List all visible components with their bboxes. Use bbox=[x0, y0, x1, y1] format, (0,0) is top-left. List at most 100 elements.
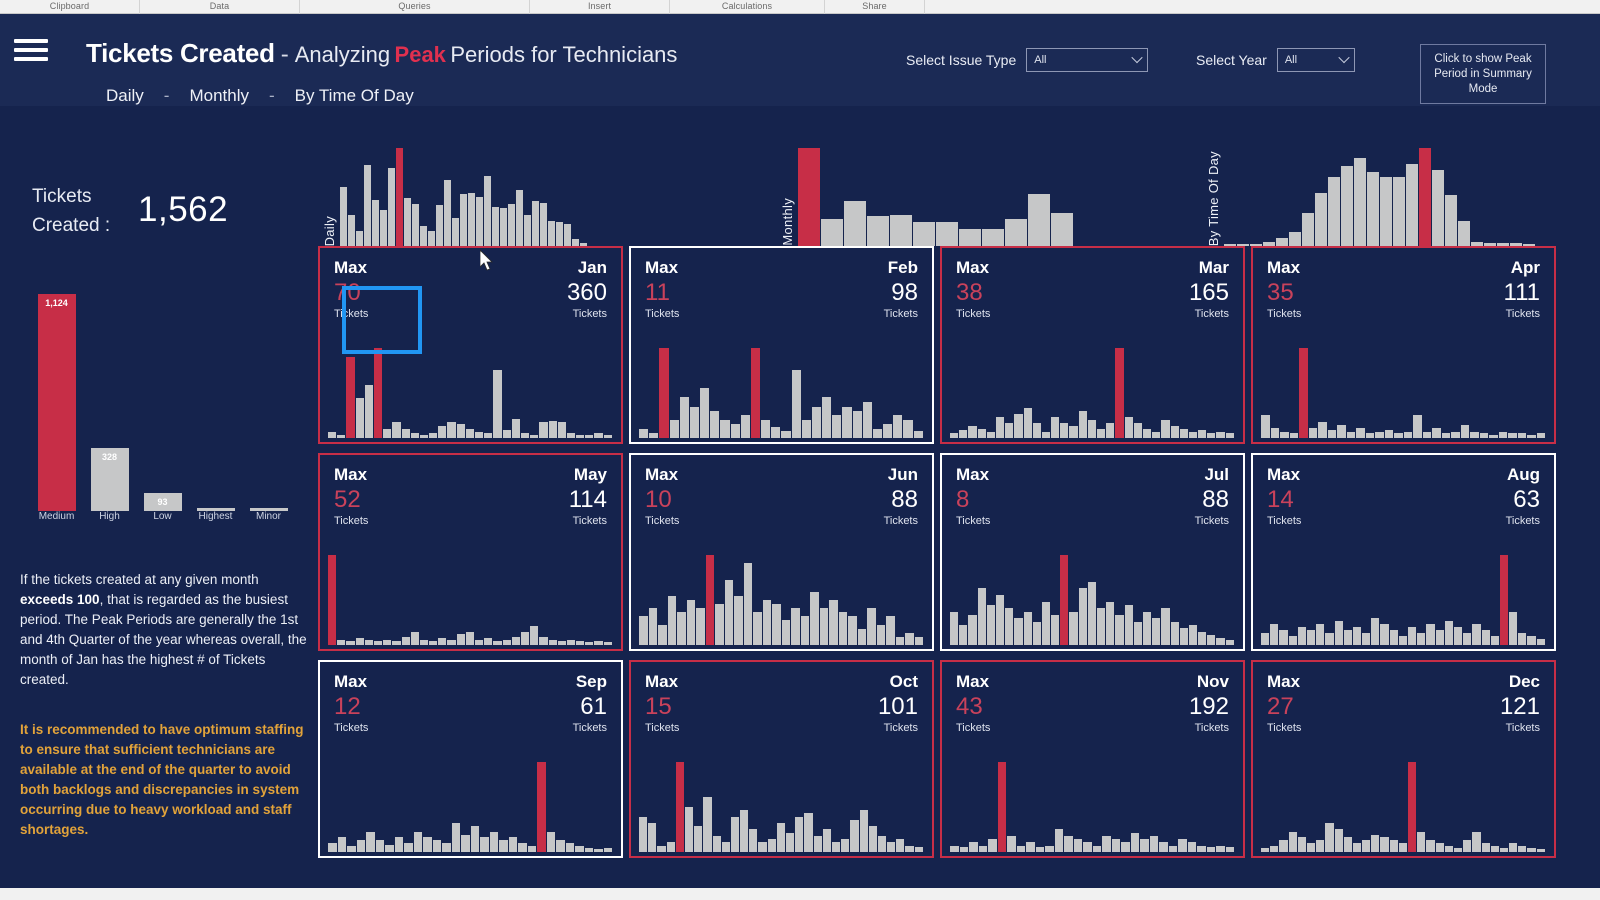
month-sparkline-bar[interactable] bbox=[1352, 843, 1362, 852]
month-sparkline-bar[interactable] bbox=[1106, 423, 1115, 438]
month-sparkline-bar[interactable] bbox=[1060, 423, 1069, 438]
priority-bar-column[interactable]: 1,124 bbox=[30, 261, 83, 511]
month-sparkline-bar[interactable] bbox=[1527, 435, 1536, 438]
month-sparkline-bar[interactable] bbox=[1005, 423, 1014, 438]
month-sparkline-bar[interactable] bbox=[1149, 836, 1158, 852]
month-sparkline-bar[interactable] bbox=[675, 762, 684, 852]
month-sparkline-bar[interactable] bbox=[1509, 612, 1518, 645]
month-sparkline-bar[interactable] bbox=[456, 634, 465, 645]
month-sparkline-bar[interactable] bbox=[1453, 848, 1463, 852]
month-sparkline-bar[interactable] bbox=[1498, 432, 1507, 438]
month-sparkline-bar[interactable] bbox=[1207, 635, 1216, 645]
month-sparkline-bar[interactable] bbox=[432, 840, 441, 852]
month-sparkline-bar[interactable] bbox=[822, 397, 832, 438]
month-sparkline-bar[interactable] bbox=[710, 411, 720, 438]
month-sparkline-bar[interactable] bbox=[484, 433, 493, 438]
month-sparkline-bar[interactable] bbox=[887, 842, 896, 852]
month-sparkline-bar[interactable] bbox=[781, 620, 790, 645]
month-sparkline-bar[interactable] bbox=[658, 625, 667, 645]
month-sparkline-bar[interactable] bbox=[886, 616, 895, 645]
month-sparkline-bar[interactable] bbox=[686, 600, 695, 645]
month-sparkline-bar[interactable] bbox=[465, 429, 474, 438]
month-sparkline-bar[interactable] bbox=[1463, 840, 1472, 852]
month-sparkline-bar[interactable] bbox=[394, 837, 403, 852]
month-sparkline-bar[interactable] bbox=[988, 839, 997, 852]
month-sparkline-bar[interactable] bbox=[1472, 624, 1481, 645]
month-sparkline-bar[interactable] bbox=[392, 641, 401, 645]
month-sparkline-bar[interactable] bbox=[1325, 633, 1334, 645]
month-sparkline-bar[interactable] bbox=[1051, 417, 1060, 438]
sparkline-bar[interactable] bbox=[982, 229, 1004, 246]
sparkline-bar[interactable] bbox=[548, 221, 555, 246]
month-sparkline-bar[interactable] bbox=[1207, 433, 1216, 438]
month-sparkline-bar[interactable] bbox=[1518, 846, 1527, 852]
month-sparkline-bar[interactable] bbox=[1306, 630, 1316, 645]
month-sparkline-bar[interactable] bbox=[1225, 640, 1234, 645]
month-sparkline-bar[interactable] bbox=[518, 843, 527, 852]
sparkline-bar[interactable] bbox=[1341, 166, 1353, 246]
month-sparkline-bar[interactable] bbox=[771, 427, 781, 438]
ribbon-group[interactable]: Queries bbox=[300, 0, 530, 14]
month-sparkline-bar[interactable] bbox=[520, 632, 530, 645]
month-card-sparkline[interactable] bbox=[950, 754, 1235, 852]
month-sparkline-bar[interactable] bbox=[1426, 840, 1435, 852]
show-peak-summary-button[interactable]: Click to show Peak Period in Summary Mod… bbox=[1420, 44, 1546, 104]
sparkline-bar[interactable] bbox=[1051, 213, 1073, 246]
month-card-sparkline[interactable] bbox=[639, 547, 924, 645]
month-sparkline-bar[interactable] bbox=[1408, 627, 1417, 645]
month-sparkline-bar[interactable] bbox=[484, 638, 493, 645]
month-sparkline-bar[interactable] bbox=[401, 429, 410, 438]
month-sparkline-bar[interactable] bbox=[1365, 433, 1374, 438]
month-sparkline-bar[interactable] bbox=[594, 641, 603, 645]
month-sparkline-bar[interactable] bbox=[968, 426, 977, 438]
month-sparkline-bar[interactable] bbox=[1299, 348, 1308, 438]
month-sparkline-bar[interactable] bbox=[1014, 414, 1023, 438]
month-sparkline-bar[interactable] bbox=[684, 807, 694, 852]
month-sparkline-bar[interactable] bbox=[1032, 622, 1041, 645]
month-sparkline-bar[interactable] bbox=[1152, 618, 1161, 645]
month-sparkline-bar[interactable] bbox=[667, 596, 676, 645]
month-sparkline-bar[interactable] bbox=[1536, 849, 1545, 852]
month-sparkline-bar[interactable] bbox=[1045, 846, 1054, 852]
month-sparkline-bar[interactable] bbox=[1490, 846, 1499, 852]
month-sparkline-bar[interactable] bbox=[895, 637, 904, 645]
month-sparkline-bar[interactable] bbox=[1413, 415, 1422, 438]
month-sparkline-bar[interactable] bbox=[1159, 842, 1168, 852]
month-sparkline-bar[interactable] bbox=[703, 797, 712, 852]
month-sparkline-bar[interactable] bbox=[822, 829, 831, 852]
month-sparkline-bar[interactable] bbox=[696, 608, 705, 645]
month-sparkline-bar[interactable] bbox=[734, 596, 743, 645]
month-sparkline-bar[interactable] bbox=[761, 420, 771, 438]
month-sparkline-bar[interactable] bbox=[438, 426, 447, 438]
month-sparkline-bar[interactable] bbox=[868, 826, 877, 852]
month-sparkline-bar[interactable] bbox=[1316, 624, 1325, 645]
sparkline-bar[interactable] bbox=[821, 219, 843, 246]
month-sparkline-bar[interactable] bbox=[896, 839, 905, 852]
month-sparkline-bar[interactable] bbox=[355, 638, 364, 645]
sparkline-bar[interactable] bbox=[412, 204, 419, 246]
month-sparkline-bar[interactable] bbox=[546, 832, 555, 852]
month-sparkline-bar[interactable] bbox=[841, 839, 850, 852]
month-sparkline-bar[interactable] bbox=[508, 837, 517, 852]
month-sparkline-bar[interactable] bbox=[1417, 832, 1426, 852]
sparkline-bar[interactable] bbox=[564, 224, 571, 246]
month-sparkline-bar[interactable] bbox=[537, 762, 546, 852]
month-sparkline-bar[interactable] bbox=[585, 435, 594, 438]
month-sparkline-bar[interactable] bbox=[328, 555, 337, 645]
month-sparkline-bar[interactable] bbox=[1051, 615, 1060, 645]
month-sparkline-bar[interactable] bbox=[1014, 618, 1023, 645]
sparkline-bar[interactable] bbox=[890, 215, 912, 246]
month-sparkline-bar[interactable] bbox=[1517, 433, 1526, 438]
sparkline-bar[interactable] bbox=[540, 203, 547, 246]
nav-item-by-time-of-day[interactable]: By Time Of Day bbox=[285, 86, 424, 106]
month-sparkline-bar[interactable] bbox=[838, 612, 847, 645]
month-sparkline-bar[interactable] bbox=[1115, 348, 1124, 438]
month-sparkline-bar[interactable] bbox=[1041, 432, 1051, 438]
sparkline-bar[interactable] bbox=[476, 197, 483, 246]
month-sparkline-bar[interactable] bbox=[1460, 425, 1469, 438]
month-sparkline-bar[interactable] bbox=[438, 638, 447, 645]
month-sparkline-bar[interactable] bbox=[1097, 608, 1106, 645]
nav-item-daily[interactable]: Daily bbox=[96, 86, 154, 106]
month-card-sparkline[interactable] bbox=[1261, 754, 1546, 852]
month-sparkline-bar[interactable] bbox=[1408, 762, 1417, 852]
